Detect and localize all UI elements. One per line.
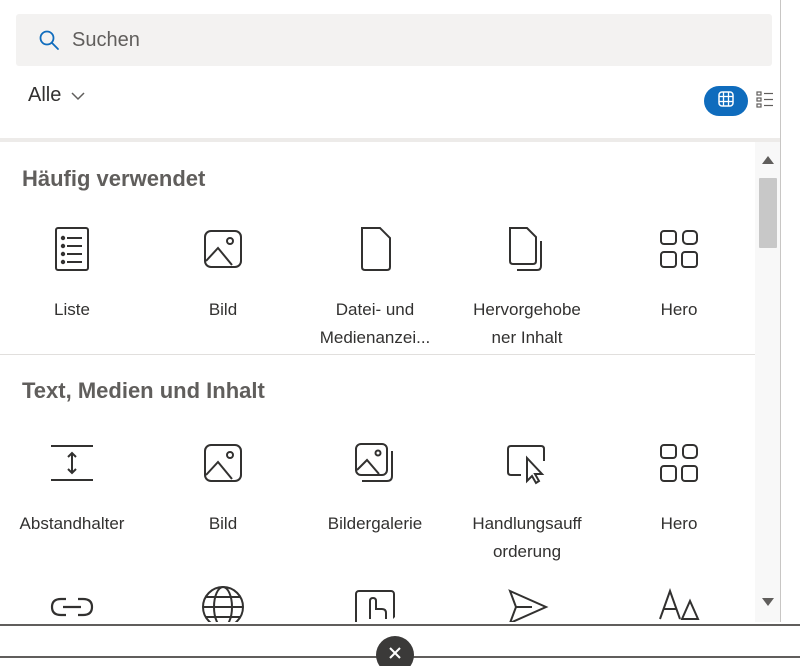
- panel-pointer: [388, 612, 412, 624]
- image-icon: [198, 438, 248, 488]
- link-icon: [47, 582, 97, 622]
- section-boundary-top: [0, 624, 800, 626]
- section-title-text-media: Text, Medien und Inhalt: [22, 378, 265, 403]
- tile-text[interactable]: [604, 582, 754, 622]
- grid-view-button[interactable]: [704, 86, 748, 116]
- hero-icon: [654, 224, 704, 274]
- toolbox-panel: Alle: [0, 0, 781, 622]
- send-icon: [502, 582, 552, 622]
- tile-label: Liste: [54, 300, 90, 319]
- tile-label: Datei- und Medienanzei...: [319, 300, 431, 347]
- tile-link[interactable]: [0, 582, 147, 622]
- search-icon: [36, 27, 62, 53]
- tile-bild[interactable]: Bild: [148, 224, 298, 324]
- spacer-icon: [47, 438, 97, 488]
- grid-view-icon: [717, 90, 735, 113]
- scroll-thumb[interactable]: [759, 178, 777, 248]
- tile-label: Handlungsauff orderung: [472, 514, 582, 561]
- search-input[interactable]: [72, 28, 672, 52]
- scroll-down-icon[interactable]: [755, 590, 780, 614]
- section-divider: [0, 354, 755, 355]
- highlighted-content-icon: [502, 224, 552, 274]
- tile-send[interactable]: [452, 582, 602, 622]
- close-button[interactable]: [376, 636, 414, 666]
- scroll-up-icon[interactable]: [755, 148, 780, 172]
- tile-label: Bild: [208, 300, 238, 319]
- globe-icon: [198, 582, 248, 622]
- tile-embed[interactable]: [300, 582, 450, 622]
- image-gallery-icon: [350, 438, 400, 488]
- section-title-frequent: Häufig verwendet: [22, 166, 206, 191]
- tile-label: Hero: [660, 514, 698, 533]
- list-icon: [47, 224, 97, 274]
- tile-bild[interactable]: Bild: [148, 438, 298, 538]
- chevron-down-icon: [71, 91, 85, 101]
- list-view-button[interactable]: [754, 86, 776, 116]
- tile-label: Bildergalerie: [327, 514, 423, 533]
- tile-label: Abstandhalter: [19, 514, 125, 533]
- tile-hero[interactable]: Hero: [604, 438, 754, 538]
- scrollbar[interactable]: [755, 142, 780, 622]
- tile-abstandhalter[interactable]: Abstandhalter: [0, 438, 147, 538]
- view-toggle: [704, 86, 776, 116]
- call-to-action-icon: [502, 438, 552, 488]
- filter-dropdown[interactable]: Alle: [28, 84, 85, 107]
- tile-datei-medienanzeige[interactable]: Datei- und Medienanzei...: [300, 224, 450, 352]
- file-icon: [350, 224, 400, 274]
- tile-handlungsaufforderung[interactable]: Handlungsauff orderung: [452, 438, 602, 566]
- image-icon: [198, 224, 248, 274]
- tile-globe[interactable]: [148, 582, 298, 622]
- webpart-list: Häufig verwendet Liste Bild Datei- und M…: [0, 142, 755, 622]
- search-box[interactable]: [16, 14, 772, 66]
- tile-label: Hero: [660, 300, 698, 319]
- hero-icon: [654, 438, 704, 488]
- tile-bildergalerie[interactable]: Bildergalerie: [300, 438, 450, 538]
- filter-label: Alle: [28, 84, 62, 106]
- tile-hero[interactable]: Hero: [604, 224, 754, 324]
- text-icon: [654, 582, 704, 622]
- tile-label: Hervorgehobe ner Inhalt: [473, 300, 581, 347]
- tile-liste[interactable]: Liste: [0, 224, 147, 324]
- tile-hervorgehobener-inhalt[interactable]: Hervorgehobe ner Inhalt: [452, 224, 602, 352]
- list-view-icon: [755, 89, 775, 114]
- close-icon: [388, 646, 402, 665]
- tile-label: Bild: [208, 514, 238, 533]
